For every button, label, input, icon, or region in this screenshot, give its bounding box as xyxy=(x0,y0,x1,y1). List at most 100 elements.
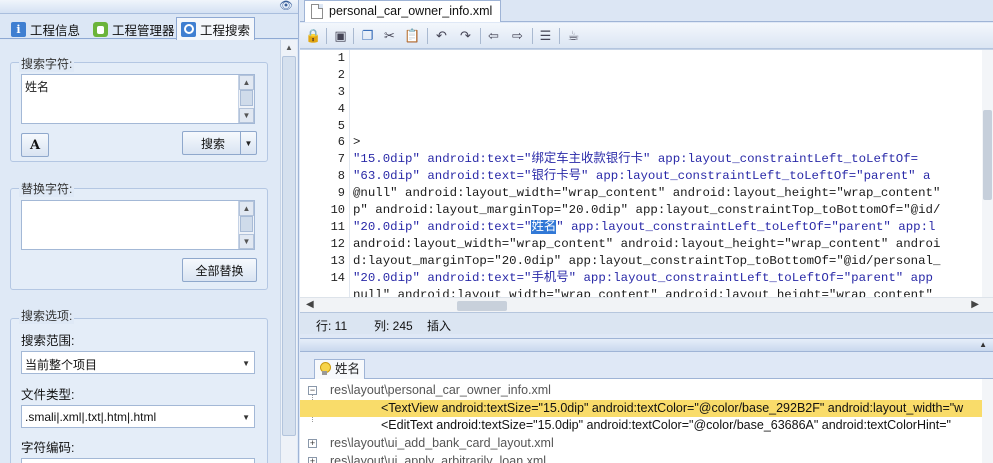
tab-project-search[interactable]: 工程搜索 xyxy=(176,17,256,40)
search-match-highlight: 姓名 xyxy=(531,220,557,234)
code-segment: " app:layout_constraintLeft_toLeftOf="pa… xyxy=(556,220,936,234)
code-segment: "20.0dip" android:text=" xyxy=(353,220,532,234)
filetype-value: .smali|.xml|.txt|.htm|.html xyxy=(25,410,157,424)
line-number: 8 xyxy=(337,169,345,183)
redo-icon[interactable]: ↷ xyxy=(456,26,475,45)
undo-icon[interactable]: ↶ xyxy=(432,26,451,45)
scroll-up-icon[interactable]: ▲ xyxy=(239,201,254,216)
file-tabs: personal_car_owner_info.xml xyxy=(300,0,993,22)
chevron-down-icon: ▼ xyxy=(242,359,250,368)
result-file-row[interactable]: + res\layout\ui_add_bank_card_layout.xml xyxy=(300,435,993,452)
line-number: 2 xyxy=(337,68,345,82)
scope-select[interactable]: 当前整个项目 ▼ xyxy=(21,351,255,374)
lock-icon[interactable]: 🔒 xyxy=(304,26,323,45)
results-scrollbar[interactable] xyxy=(982,379,993,463)
line-number-gutter: 1 2 3 4 5 6 7 8 9 10 11 12 13 14 xyxy=(300,50,350,297)
collapse-icon[interactable]: ▲ xyxy=(979,340,987,349)
code-text[interactable]: > "15.0dip" android:text="绑定车主收款银行卡" app… xyxy=(353,50,985,297)
editor-vertical-scrollbar[interactable] xyxy=(982,50,993,297)
copy-icon[interactable]: ❐ xyxy=(358,26,377,45)
result-match-text: <EditText android:textSize="15.0dip" and… xyxy=(381,418,951,432)
status-bar: 行: 11 列: 245 插入 xyxy=(300,312,993,334)
back-icon[interactable]: ⇦ xyxy=(484,26,503,45)
format-icon[interactable]: ☰ xyxy=(536,26,555,45)
line-number: 13 xyxy=(330,254,345,268)
replace-input-scrollbar[interactable]: ▲ ▼ xyxy=(238,201,254,249)
left-panel: 👁 工程信息 工程管理器 工程搜索 搜索字符: 姓名 ▲ xyxy=(0,0,299,463)
toolbar-separator xyxy=(532,28,533,44)
toolbar-separator xyxy=(559,28,560,44)
scroll-down-icon[interactable]: ▼ xyxy=(239,234,254,249)
result-match-row[interactable]: <EditText android:textSize="15.0dip" and… xyxy=(300,417,993,434)
line-number: 7 xyxy=(337,152,345,166)
editor-toolbar: 🔒 ▣ ❐ ✂ 📋 ↶ ↷ ⇦ ⇨ ☰ ☕ xyxy=(300,23,993,49)
search-dropdown-icon[interactable]: ▼ xyxy=(240,132,256,154)
scroll-thumb[interactable] xyxy=(282,56,296,436)
result-file-path: res\layout\ui_add_bank_card_layout.xml xyxy=(330,436,554,450)
tab-label: 工程搜索 xyxy=(200,23,251,38)
line-number: 11 xyxy=(330,220,345,234)
toolbar-separator xyxy=(326,28,327,44)
cut-icon[interactable]: ✂ xyxy=(380,26,399,45)
collapse-tree-icon[interactable]: − xyxy=(308,386,317,395)
results-tab-label: 姓名 xyxy=(335,362,361,376)
options-group-label: 搜索选项: xyxy=(19,307,75,324)
results-tab[interactable]: 姓名 xyxy=(314,359,366,379)
left-panel-titlebar: 👁 xyxy=(0,0,298,14)
search-input[interactable]: 姓名 ▲ ▼ xyxy=(21,74,255,124)
scroll-right-icon[interactable]: ▶ xyxy=(971,299,979,310)
search-results-tree: − res\layout\personal_car_owner_info.xml… xyxy=(300,379,993,463)
code-line: "20.0dip" android:text="手机号" app:layout_… xyxy=(353,271,933,285)
line-number: 3 xyxy=(337,85,345,99)
status-column: 列: 245 xyxy=(374,319,413,333)
code-line: p" android:layout_marginTop="20.0dip" ap… xyxy=(353,203,941,217)
chevron-down-icon: ▼ xyxy=(242,413,250,422)
scroll-thumb[interactable] xyxy=(240,90,253,106)
result-file-row[interactable]: + res\layout\ui_apply_arbitrarily_loan.x… xyxy=(300,453,993,463)
code-line: "15.0dip" android:text="绑定车主收款银行卡" app:l… xyxy=(353,152,919,166)
android-icon xyxy=(93,21,108,37)
forward-icon[interactable]: ⇨ xyxy=(508,26,527,45)
search-input-scrollbar[interactable]: ▲ ▼ xyxy=(238,75,254,123)
replace-all-button[interactable]: 全部替换 xyxy=(182,258,257,282)
tab-project-info[interactable]: 工程信息 xyxy=(6,18,85,39)
results-panel-header[interactable]: ▲ xyxy=(300,338,993,352)
left-tabs: 工程信息 工程管理器 工程搜索 xyxy=(0,15,298,40)
editor-horizontal-scrollbar[interactable]: ◀ ▶ xyxy=(300,297,993,313)
scroll-thumb[interactable] xyxy=(983,110,992,200)
eye-icon[interactable]: 👁 xyxy=(278,0,294,13)
scroll-thumb[interactable] xyxy=(457,301,507,311)
result-file-row[interactable]: − res\layout\personal_car_owner_info.xml xyxy=(300,382,993,399)
scroll-down-icon[interactable]: ▼ xyxy=(239,108,254,123)
file-tab[interactable]: personal_car_owner_info.xml xyxy=(304,0,502,22)
toolbar-separator xyxy=(353,28,354,44)
replace-input[interactable]: ▲ ▼ xyxy=(21,200,255,250)
scroll-up-icon[interactable]: ▲ xyxy=(239,75,254,90)
result-file-path: res\layout\ui_apply_arbitrarily_loan.xml xyxy=(330,454,547,463)
tab-project-manager[interactable]: 工程管理器 xyxy=(88,18,180,39)
case-sensitive-button[interactable]: A xyxy=(21,133,49,157)
java-icon[interactable]: ☕ xyxy=(564,26,583,45)
scroll-up-icon[interactable]: ▲ xyxy=(281,40,297,55)
replace-all-label: 全部替换 xyxy=(195,263,244,278)
code-line: @null" android:layout_width="wrap_conten… xyxy=(353,186,948,200)
search-button[interactable]: 搜索 ▼ xyxy=(182,131,257,155)
scroll-left-icon[interactable]: ◀ xyxy=(306,299,314,310)
filetype-select[interactable]: .smali|.xml|.txt|.htm|.html ▼ xyxy=(21,405,255,428)
code-line-current: "20.0dip" android:text="姓名" app:layout_c… xyxy=(353,219,935,236)
encoding-select[interactable] xyxy=(21,458,255,463)
code-editor[interactable]: 1 2 3 4 5 6 7 8 9 10 11 12 13 14 > "15.0… xyxy=(300,49,993,313)
paste-icon[interactable]: 📋 xyxy=(403,26,422,45)
scope-value: 当前整个项目 xyxy=(25,358,98,372)
line-number: 4 xyxy=(337,102,345,116)
file-icon xyxy=(311,4,323,19)
expand-tree-icon[interactable]: + xyxy=(308,439,317,448)
result-match-text: <TextView android:textSize="15.0dip" and… xyxy=(381,401,964,415)
save-icon[interactable]: ▣ xyxy=(331,26,350,45)
result-match-row[interactable]: <TextView android:textSize="15.0dip" and… xyxy=(300,400,993,417)
encoding-label: 字符编码: xyxy=(21,441,75,455)
left-panel-scrollbar[interactable]: ▲ xyxy=(280,40,297,463)
expand-tree-icon[interactable]: + xyxy=(308,457,317,463)
scroll-thumb[interactable] xyxy=(240,216,253,232)
replace-group-label: 替换字符: xyxy=(19,180,75,197)
